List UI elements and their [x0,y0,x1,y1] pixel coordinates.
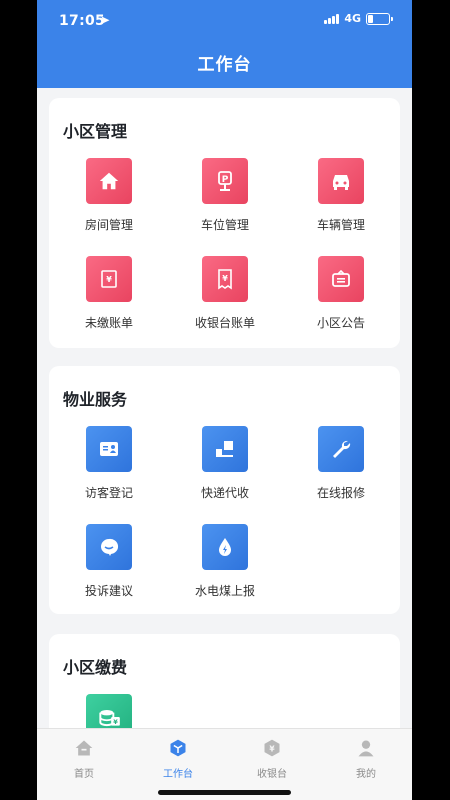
svg-text:¥: ¥ [113,718,118,726]
item-visitor-registration[interactable]: 访客登记 [64,426,154,501]
item-label: 车位管理 [200,218,249,232]
app-header: 17:05 ➤ 4G 工作台 [37,0,412,88]
utility-drop-icon [202,524,248,570]
visitor-card-icon [86,426,132,472]
car-icon [318,158,364,204]
tab-label: 收银台 [257,769,287,780]
item-community-notice[interactable]: 小区公告 [296,256,386,331]
item-package-collection[interactable]: 快递代收 [180,426,270,501]
network-type: 4G [344,12,361,25]
item-vehicle-management[interactable]: 车辆管理 [296,158,386,233]
status-bar: 17:05 ➤ 4G [37,0,412,44]
battery-icon [366,12,393,25]
tab-home[interactable]: 首页 [49,737,119,780]
tab-profile[interactable]: 我的 [331,737,401,780]
item-label: 未缴账单 [84,316,133,330]
home-indicator[interactable] [158,790,291,795]
page-title: 工作台 [197,55,252,75]
item-online-repair[interactable]: 在线报修 [296,426,386,501]
svg-text:¥: ¥ [106,275,112,284]
status-time: 17:05 [59,13,106,29]
package-icon [202,426,248,472]
house-icon [86,158,132,204]
item-label: 访客登记 [84,486,133,500]
item-parking-management[interactable]: P 车位管理 [180,158,270,233]
signal-icon [324,13,340,24]
section-property-services: 物业服务 访客登记 快递代收 在线报修 投诉建议 水电煤上报 [49,366,400,614]
item-label: 快递代收 [200,486,249,500]
tab-label: 我的 [356,769,376,780]
tab-label: 首页 [74,769,94,780]
profile-tab-icon [355,737,377,759]
main-content[interactable]: 小区管理 房间管理 P 车位管理 车辆管理 ¥ 未缴账单 ¥ 收银台账单 小区公… [37,88,412,728]
section-title: 物业服务 [63,390,128,409]
item-label: 在线报修 [316,486,365,500]
location-arrow-icon: ➤ [100,13,111,27]
coins-icon: ¥ [86,694,132,728]
item-room-management[interactable]: 房间管理 [64,158,154,233]
svg-text:P: P [222,175,229,185]
svg-text:¥: ¥ [269,744,275,753]
phone-screen: 17:05 ➤ 4G 工作台 小区管理 房间管理 P 车位管理 车辆管理 ¥ 未… [37,0,412,800]
item-label: 小区公告 [316,316,365,330]
item-complaints-suggestions[interactable]: 投诉建议 [64,524,154,599]
section-title: 小区缴费 [63,658,128,677]
unpaid-bill-icon: ¥ [86,256,132,302]
item-label: 车辆管理 [316,218,365,232]
tab-workbench[interactable]: 工作台 [143,737,213,780]
notice-icon [318,256,364,302]
wrench-icon [318,426,364,472]
item-label: 收银台账单 [194,316,255,330]
svg-text:¥: ¥ [222,274,228,283]
item-utility-report[interactable]: 水电煤上报 [180,524,270,599]
workbench-tab-icon [167,737,189,759]
item-label: 房间管理 [84,218,133,232]
parking-icon: P [202,158,248,204]
home-tab-icon [73,737,95,759]
chat-icon [86,524,132,570]
item-cashier-bills[interactable]: ¥ 收银台账单 [180,256,270,331]
section-community-management: 小区管理 房间管理 P 车位管理 车辆管理 ¥ 未缴账单 ¥ 收银台账单 小区公… [49,98,400,348]
tab-label: 工作台 [163,769,193,780]
cashier-tab-icon: ¥ [261,737,283,759]
item-label: 投诉建议 [84,584,133,598]
receipt-icon: ¥ [202,256,248,302]
tab-cashier[interactable]: ¥ 收银台 [237,737,307,780]
item-payment[interactable]: ¥ [64,694,154,728]
status-right: 4G [324,12,393,25]
item-label: 水电煤上报 [194,584,255,598]
item-unpaid-bills[interactable]: ¥ 未缴账单 [64,256,154,331]
section-community-payment: 小区缴费 ¥ [49,634,400,728]
section-title: 小区管理 [63,122,128,141]
